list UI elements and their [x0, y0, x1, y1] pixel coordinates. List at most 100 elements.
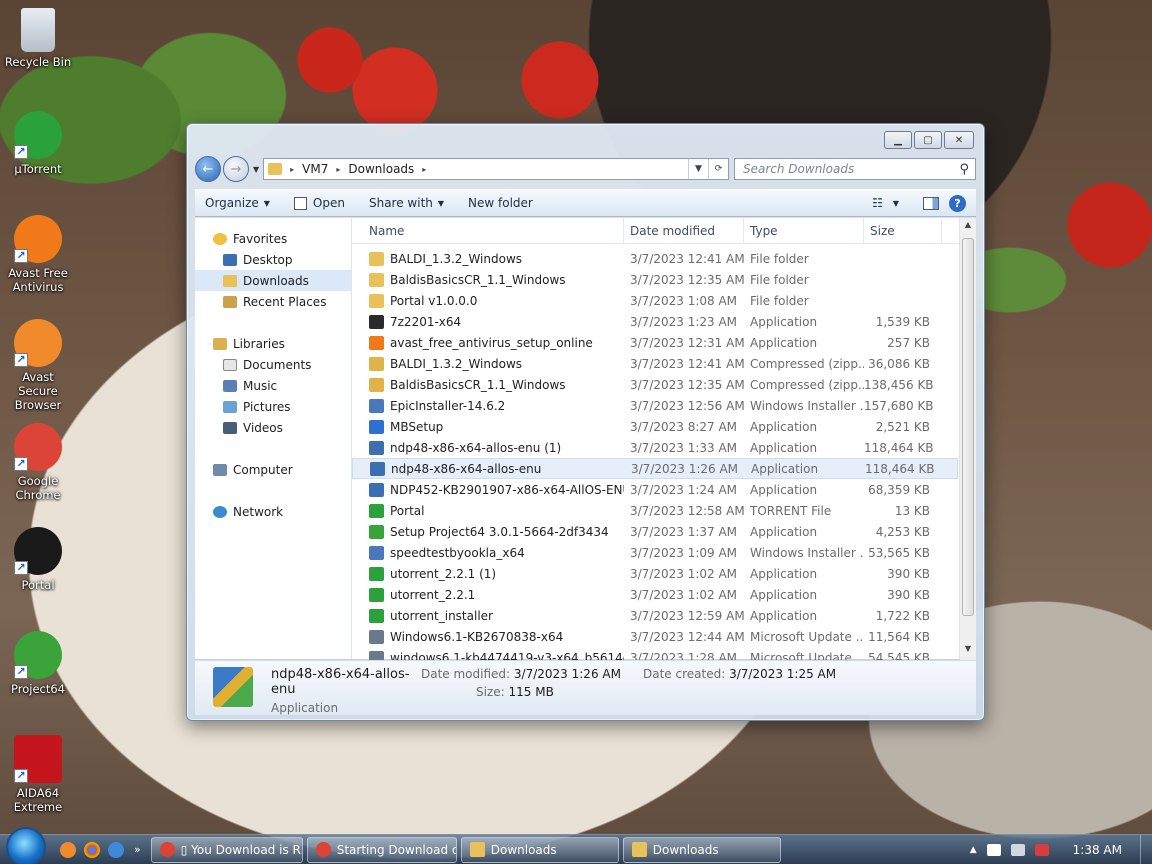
- file-size: 36,086 KB: [868, 356, 930, 371]
- desktop-shortcut[interactable]: ↗ Portal: [2, 527, 74, 592]
- file-type: Application: [751, 461, 819, 476]
- nav-pictures[interactable]: Pictures: [195, 396, 351, 417]
- start-button[interactable]: [6, 826, 46, 864]
- view-options-icon[interactable]: ☷: [872, 196, 883, 210]
- breadcrumb-downloads[interactable]: Downloads: [348, 162, 414, 176]
- file-size: 54,545 KB: [868, 650, 930, 661]
- nav-libraries[interactable]: Libraries: [195, 333, 351, 354]
- desktop-shortcut[interactable]: ↗ Project64: [2, 631, 74, 696]
- breadcrumb-separator-icon[interactable]: ▸: [336, 165, 340, 174]
- file-row[interactable]: BALDI_1.3.2_Windows 3/7/2023 12:41 AM Comp…: [352, 353, 958, 374]
- network-icon[interactable]: [1010, 843, 1025, 856]
- action-center-flag-icon[interactable]: [986, 843, 1001, 856]
- column-size[interactable]: Size: [864, 218, 942, 243]
- nav-network[interactable]: Network: [195, 501, 351, 522]
- address-history-dropdown[interactable]: ▼: [688, 159, 708, 179]
- file-row[interactable]: utorrent_installer 3/7/2023 12:59 AM Appli…: [352, 605, 958, 626]
- avast-browser-icon[interactable]: [60, 841, 76, 858]
- taskbar-overflow[interactable]: »: [134, 843, 141, 856]
- address-bar[interactable]: ▸ VM7 ▸ Downloads ▸ ▼ ⟳: [263, 158, 729, 180]
- search-icon[interactable]: ⚲: [959, 162, 969, 177]
- file-row[interactable]: ndp48-x86-x64-allos-enu 3/7/2023 1:26 AM A…: [352, 458, 958, 479]
- desktop-icon-label: Avast Secure Browser: [14, 370, 62, 412]
- file-row[interactable]: BALDI_1.3.2_Windows 3/7/2023 12:41 AM File…: [352, 248, 958, 269]
- nav-desktop[interactable]: Desktop: [195, 249, 351, 270]
- show-desktop-button[interactable]: [1140, 834, 1152, 864]
- internet-explorer-icon[interactable]: [108, 841, 124, 858]
- desktop-shortcut[interactable]: ↗ Avast Secure Browser: [2, 319, 74, 412]
- minimize-button[interactable]: ▁: [884, 131, 912, 149]
- scroll-down-icon[interactable]: ▼: [960, 644, 976, 658]
- desktop-shortcut[interactable]: ↗ AIDA64 Extreme: [2, 735, 74, 814]
- share-with-button[interactable]: Share with ▼: [369, 196, 444, 210]
- breadcrumb-separator-icon[interactable]: ▸: [290, 165, 294, 174]
- file-row[interactable]: BaldisBasicsCR_1.1_Windows 3/7/2023 12:35…: [352, 269, 958, 290]
- project64-icon: [369, 524, 384, 539]
- file-row[interactable]: MBSetup 3/7/2023 8:27 AM Application 2,521 …: [352, 416, 958, 437]
- desktop-icon-label: AIDA64 Extreme: [13, 786, 63, 814]
- taskbar-button[interactable]: Downloads: [460, 836, 619, 863]
- column-name[interactable]: Name: [352, 218, 624, 243]
- star-icon: [213, 232, 227, 245]
- desktop-shortcut[interactable]: Recycle Bin: [2, 8, 74, 69]
- scroll-up-icon[interactable]: ▲: [960, 220, 976, 234]
- volume-muted-icon[interactable]: [1034, 843, 1049, 856]
- desktop-shortcut[interactable]: ↗ µTorrent: [2, 111, 74, 176]
- file-row[interactable]: BaldisBasicsCR_1.1_Windows 3/7/2023 12:35…: [352, 374, 958, 395]
- taskbar-button[interactable]: ▯ You Download is R...: [150, 836, 303, 863]
- help-icon[interactable]: ?: [949, 194, 966, 212]
- column-date-modified[interactable]: Date modified: [624, 218, 744, 243]
- recent-pages-dropdown[interactable]: ▼: [253, 165, 259, 174]
- file-row[interactable]: NDP452-KB2901907-x86-x64-AllOS-ENU 3/7/20…: [352, 479, 958, 500]
- taskbar-button[interactable]: Downloads: [622, 836, 781, 863]
- clock[interactable]: 1:38 AM: [1073, 843, 1122, 857]
- nav-downloads[interactable]: Downloads: [195, 270, 351, 291]
- file-row[interactable]: avast_free_antivirus_setup_online 3/7/202…: [352, 332, 958, 353]
- search-input[interactable]: Search Downloads ⚲: [734, 158, 976, 180]
- shortcut-arrow-icon: ↗: [14, 353, 28, 367]
- organize-button[interactable]: Organize ▼: [205, 196, 270, 210]
- open-button[interactable]: Open: [293, 196, 345, 210]
- file-row[interactable]: utorrent_2.2.1 (1) 3/7/2023 1:02 AM Applic…: [352, 563, 958, 584]
- maximize-button[interactable]: ▢: [914, 131, 942, 149]
- file-row[interactable]: speedtestbyookla_x64 3/7/2023 1:09 AM Wind…: [352, 542, 958, 563]
- file-row[interactable]: Setup Project64 3.0.1-5664-2df3434 3/7/20…: [352, 521, 958, 542]
- preview-pane-icon[interactable]: [923, 196, 939, 210]
- vertical-scrollbar[interactable]: ▲ ▼: [959, 218, 976, 660]
- back-button[interactable]: ←: [195, 156, 221, 182]
- file-row[interactable]: windows6.1-kb4474419-v3-x64_b5614c6c... 3…: [352, 647, 958, 660]
- scroll-thumb[interactable]: [962, 238, 974, 616]
- desktop-shortcut[interactable]: ↗ Avast Free Antivirus: [2, 215, 74, 294]
- file-type: File folder: [750, 251, 809, 266]
- show-hidden-icons-icon[interactable]: ▲: [970, 845, 977, 855]
- nav-computer[interactable]: Computer: [195, 459, 351, 480]
- file-row[interactable]: ndp48-x86-x64-allos-enu (1) 3/7/2023 1:33…: [352, 437, 958, 458]
- nav-videos[interactable]: Videos: [195, 417, 351, 438]
- new-folder-button[interactable]: New folder: [468, 196, 533, 210]
- nav-documents[interactable]: Documents: [195, 354, 351, 375]
- chrome-icon[interactable]: [84, 841, 100, 858]
- update-package-icon: [369, 629, 384, 644]
- breadcrumb-separator-icon[interactable]: ▸: [422, 165, 426, 174]
- utorrent-icon: ↗: [14, 111, 62, 159]
- file-row[interactable]: Portal 3/7/2023 12:58 AM TORRENT File 13 KB: [352, 500, 958, 521]
- taskbar-button[interactable]: Starting Download o...: [306, 836, 457, 863]
- desktop-shortcut[interactable]: ↗ Google Chrome: [2, 423, 74, 502]
- file-row[interactable]: Portal v1.0.0.0 3/7/2023 1:08 AM File fold…: [352, 290, 958, 311]
- nav-favorites[interactable]: Favorites: [195, 228, 351, 249]
- file-row[interactable]: EpicInstaller-14.6.2 3/7/2023 12:56 AM Win…: [352, 395, 958, 416]
- refresh-icon[interactable]: ⟳: [708, 159, 728, 179]
- chevron-down-icon[interactable]: ▼: [893, 199, 899, 208]
- file-row[interactable]: Windows6.1-KB2670838-x64 3/7/2023 12:44 A…: [352, 626, 958, 647]
- forward-button[interactable]: →: [223, 156, 249, 182]
- file-row[interactable]: utorrent_2.2.1 3/7/2023 1:02 AM Applicatio…: [352, 584, 958, 605]
- column-type[interactable]: Type: [744, 218, 864, 243]
- close-button[interactable]: ✕: [944, 131, 974, 149]
- breadcrumb-vm7[interactable]: VM7: [302, 162, 328, 176]
- folder-icon: [369, 251, 384, 266]
- nav-music[interactable]: Music: [195, 375, 351, 396]
- file-type: Application: [750, 587, 818, 602]
- file-row[interactable]: 7z2201-x64 3/7/2023 1:23 AM Application 1,5…: [352, 311, 958, 332]
- nav-recent-places[interactable]: Recent Places: [195, 291, 351, 312]
- system-tray: ▲ 1:38 AM: [970, 843, 1140, 857]
